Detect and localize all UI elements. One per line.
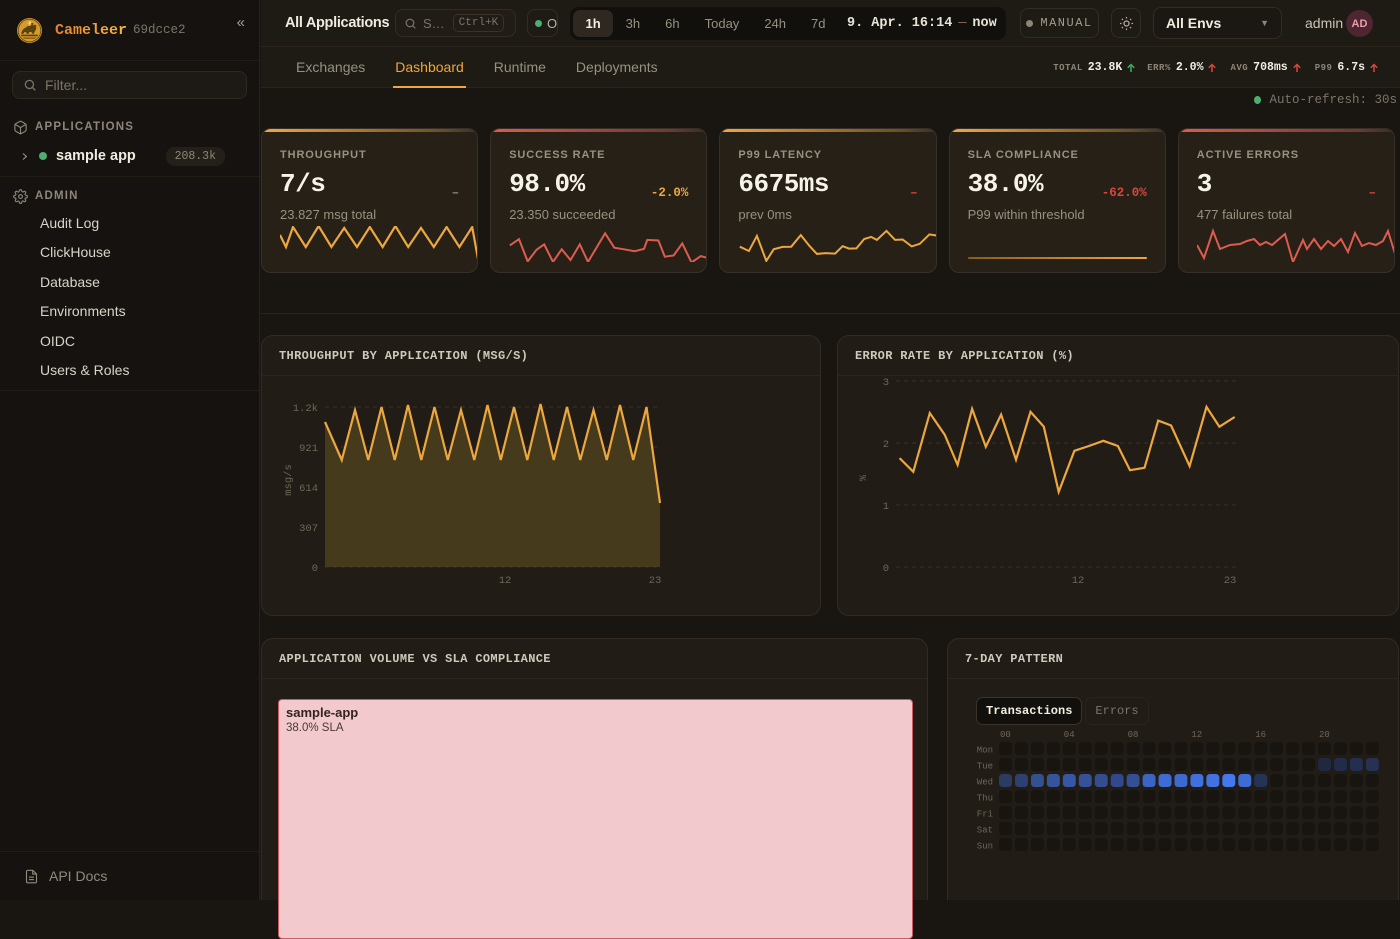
svg-text:1: 1: [883, 501, 889, 513]
svg-text:12: 12: [499, 575, 512, 587]
svg-text:0: 0: [312, 563, 318, 575]
svg-text:04: 04: [1064, 730, 1075, 740]
svg-text:614: 614: [299, 483, 318, 495]
svg-text:08: 08: [1128, 730, 1139, 740]
svg-text:%: %: [858, 474, 870, 481]
svg-text:00: 00: [1000, 730, 1011, 740]
svg-text:Tue: Tue: [977, 762, 993, 772]
svg-text:20: 20: [1319, 730, 1330, 740]
svg-text:Mon: Mon: [977, 746, 993, 756]
svg-text:Wed: Wed: [977, 778, 993, 788]
svg-text:2: 2: [883, 439, 889, 451]
svg-text:Sat: Sat: [977, 826, 993, 836]
svg-text:0: 0: [883, 563, 889, 575]
svg-text:23: 23: [649, 575, 662, 587]
svg-text:Fri: Fri: [977, 810, 993, 820]
svg-text:307: 307: [299, 523, 318, 535]
svg-text:921: 921: [299, 443, 318, 455]
svg-text:1.2k: 1.2k: [293, 403, 318, 415]
svg-text:12: 12: [1072, 575, 1085, 587]
svg-text:3: 3: [883, 377, 889, 389]
svg-text:Sun: Sun: [977, 842, 993, 852]
svg-text:msg/s: msg/s: [283, 464, 295, 496]
svg-text:23: 23: [1224, 575, 1237, 587]
svg-text:Thu: Thu: [977, 794, 993, 804]
svg-text:16: 16: [1255, 730, 1266, 740]
svg-text:12: 12: [1191, 730, 1202, 740]
